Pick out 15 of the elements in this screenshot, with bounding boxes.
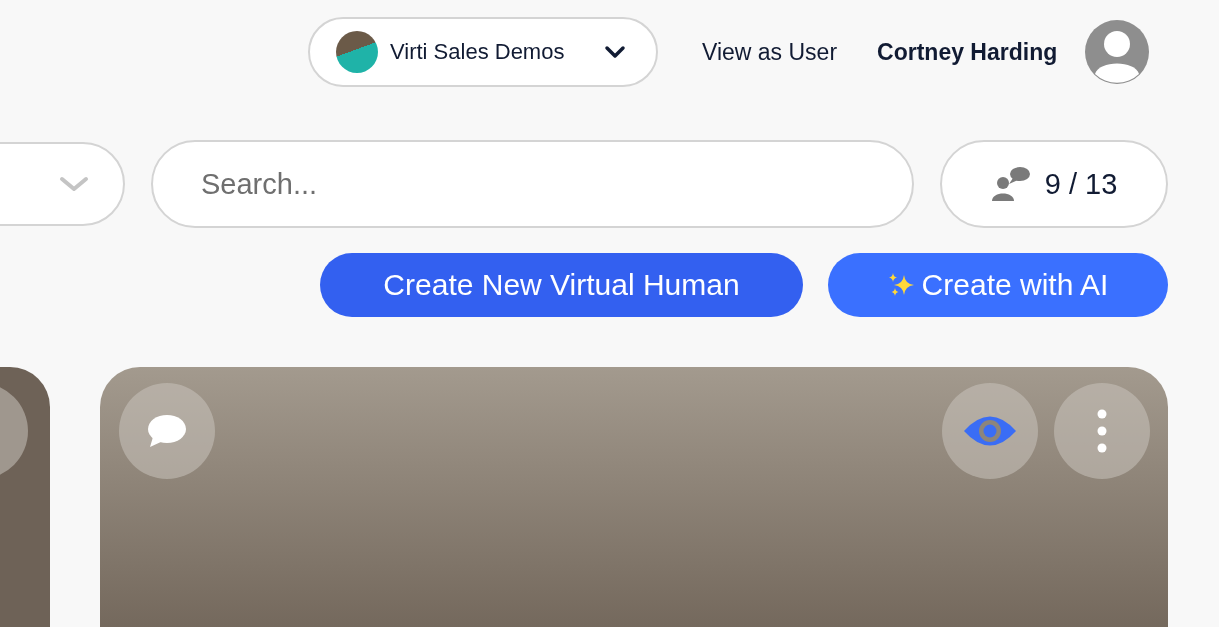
search-field[interactable]: Search... [151,140,914,228]
user-name: Cortney Harding [877,38,1058,66]
usage-counter: 9 / 13 [940,140,1168,228]
more-vertical-icon [1097,409,1107,453]
organization-selector[interactable]: Virti Sales Demos [308,17,658,87]
speech-bubble-icon [147,413,187,449]
user-speech-icon [990,166,1031,202]
organization-logo-icon [336,31,378,73]
view-as-user-link[interactable]: View as User [702,38,838,66]
chevron-down-icon [604,45,626,59]
create-button[interactable]: Create New Virtual Human [320,253,803,317]
avatar-icon[interactable] [1085,20,1150,84]
virtual-human-card[interactable] [100,367,1168,627]
chevron-down-icon [59,175,89,193]
create-button[interactable]: Create with AI [828,253,1168,317]
